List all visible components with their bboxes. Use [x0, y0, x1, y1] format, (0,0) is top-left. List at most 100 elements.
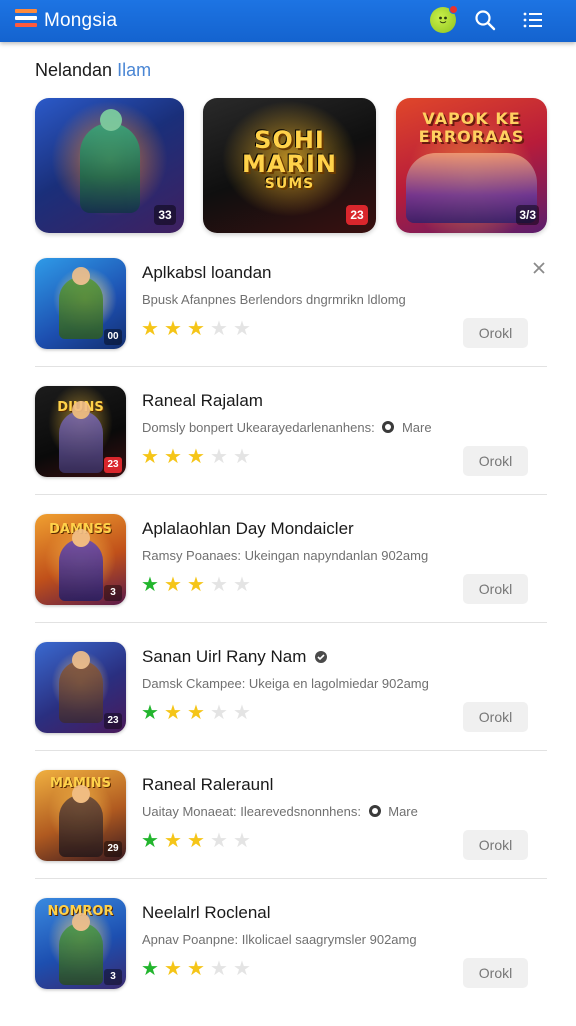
app-thumbnail[interactable]: NOMROR 3 [35, 898, 126, 989]
get-button[interactable]: Orokl [463, 702, 528, 732]
character-art [58, 529, 103, 602]
star-icon: ★ [164, 702, 182, 724]
star-icon: ★ [210, 318, 228, 340]
item-title-text[interactable]: Sanan Uirl Rany Nam [142, 647, 306, 666]
divider [35, 750, 547, 751]
list-item[interactable]: DAMNSS 3 Aplalaohlan Day Mondaicler Rams… [35, 514, 547, 642]
featured-badge: 3/3 [516, 205, 539, 225]
list-item[interactable]: MAMINS 29 Raneal Raleraunl Uaitay Monaea… [35, 770, 547, 898]
divider [35, 878, 547, 879]
logo-icon[interactable] [15, 9, 37, 29]
logo-line-1: VAPOK KE [422, 109, 521, 128]
item-title[interactable]: Neelalrl Roclenal [142, 903, 271, 923]
app-title: Mongsia [44, 10, 118, 31]
star-icon: ★ [141, 702, 159, 724]
star-icon: ★ [141, 318, 159, 340]
item-title[interactable]: Aplkabsl loandan [142, 263, 271, 283]
logo-line-2: MARIN [242, 150, 337, 178]
star-icon: ★ [210, 702, 228, 724]
divider [35, 622, 547, 623]
list-item[interactable]: 00 Aplkabsl loandan Bpusk Afanpnes Berle… [35, 258, 547, 386]
section-title-accent: Ilam [117, 60, 152, 80]
featured-badge: 33 [154, 205, 176, 225]
thumb-badge: 29 [104, 841, 122, 857]
rating-stars: ★ ★ ★ ★ ★ [141, 447, 253, 469]
rating-stars: ★ ★ ★ ★ ★ [141, 831, 253, 853]
info-circle-icon [368, 805, 381, 817]
item-title[interactable]: Raneal Raleraunl [142, 775, 273, 795]
star-icon: ★ [233, 446, 251, 468]
item-title[interactable]: Aplalaohlan Day Mondaicler [142, 519, 354, 539]
get-button[interactable]: Orokl [463, 574, 528, 604]
featured-card-2[interactable]: SOHI MARIN SUMS 23 [203, 98, 376, 233]
star-icon: ★ [233, 702, 251, 724]
item-description: Uaitay Monaeat: Ilearevedsnonnhens: Mare [142, 804, 418, 819]
item-description: Bpusk Afanpnes Berlendors dngrmrikn ldlo… [142, 292, 406, 307]
app-thumbnail[interactable]: MAMINS 29 [35, 770, 126, 861]
rating-stars: ★ ★ ★ ★ ★ [141, 575, 253, 597]
featured-card-3[interactable]: VAPOK KE ERRORAAS 3/3 [396, 98, 547, 233]
star-icon: ★ [187, 830, 205, 852]
app-thumbnail[interactable]: DIUNS 23 [35, 386, 126, 477]
item-description: Domsly bonpert Ukearayedarlenanhens: Mar… [142, 420, 432, 435]
featured-card-1[interactable]: 33 [35, 98, 184, 233]
thumb-badge: 3 [104, 969, 122, 985]
item-title[interactable]: Sanan Uirl Rany Nam [142, 647, 331, 667]
get-button[interactable]: Orokl [463, 446, 528, 476]
app-thumbnail[interactable]: DAMNSS 3 [35, 514, 126, 605]
logo-line-1: SOHI [254, 126, 325, 154]
star-icon: ★ [164, 318, 182, 340]
notification-dot [449, 5, 458, 14]
get-button[interactable]: Orokl [463, 958, 528, 988]
list-item[interactable]: NOMROR 3 Neelalrl Roclenal Apnav Poanpne… [35, 898, 547, 1026]
more-link[interactable]: Mare [388, 804, 418, 819]
thumb-badge: 3 [104, 585, 122, 601]
close-icon[interactable] [531, 260, 547, 276]
section-title-main: Nelandan [35, 60, 113, 80]
divider [35, 494, 547, 495]
star-icon: ★ [164, 574, 182, 596]
divider [35, 366, 547, 367]
star-icon: ★ [141, 446, 159, 468]
featured-game-logo: VAPOK KE ERRORAAS [396, 110, 547, 146]
star-icon: ★ [187, 318, 205, 340]
featured-game-logo: SOHI MARIN SUMS [203, 128, 376, 192]
star-icon: ★ [141, 574, 159, 596]
item-description: Ramsy Poanaes: Ukeingan napyndanlan 902a… [142, 548, 429, 563]
app-thumbnail[interactable]: 23 [35, 642, 126, 733]
star-icon: ★ [141, 830, 159, 852]
search-icon[interactable] [473, 8, 497, 32]
star-icon: ★ [187, 958, 205, 980]
thumb-badge: 00 [104, 329, 122, 345]
star-icon: ★ [164, 958, 182, 980]
list-item[interactable]: DIUNS 23 Raneal Rajalam Domsly bonpert U… [35, 386, 547, 514]
avatar-icon[interactable] [430, 5, 458, 33]
rating-stars: ★ ★ ★ ★ ★ [141, 959, 253, 981]
list-item[interactable]: 23 Sanan Uirl Rany Nam Damsk Ckampee: Uk… [35, 642, 547, 770]
star-icon: ★ [141, 958, 159, 980]
logo-line-3: SUMS [264, 176, 315, 192]
description-text: Uaitay Monaeat: Ilearevedsnonnhens: [142, 804, 361, 819]
star-icon: ★ [233, 830, 251, 852]
rating-stars: ★ ★ ★ ★ ★ [141, 703, 253, 725]
item-title[interactable]: Raneal Rajalam [142, 391, 263, 411]
description-text: Domsly bonpert Ukearayedarlenanhens: [142, 420, 375, 435]
star-icon: ★ [233, 318, 251, 340]
menu-icon[interactable] [521, 8, 545, 32]
section-title: Nelandan Ilam [35, 60, 151, 81]
more-link[interactable]: Mare [402, 420, 432, 435]
star-icon: ★ [233, 958, 251, 980]
star-icon: ★ [187, 574, 205, 596]
get-button[interactable]: Orokl [463, 318, 528, 348]
star-icon: ★ [187, 702, 205, 724]
game-character-art [79, 109, 140, 214]
info-circle-icon [382, 421, 395, 433]
star-icon: ★ [233, 574, 251, 596]
app-thumbnail[interactable]: 00 [35, 258, 126, 349]
star-icon: ★ [210, 446, 228, 468]
star-icon: ★ [187, 446, 205, 468]
featured-badge: 23 [346, 205, 368, 225]
thumb-badge: 23 [104, 713, 122, 729]
character-art [58, 267, 103, 340]
get-button[interactable]: Orokl [463, 830, 528, 860]
